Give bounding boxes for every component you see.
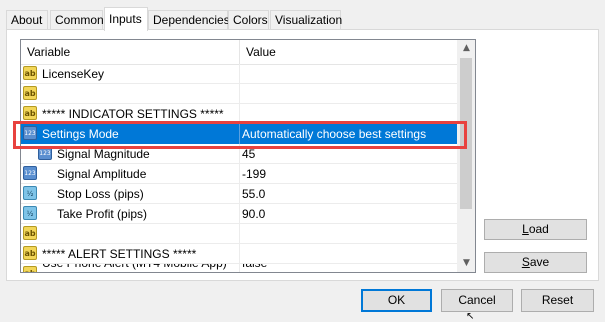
string-type-icon: ab <box>23 86 37 100</box>
tab-common[interactable]: Common <box>50 10 104 29</box>
cancel-button[interactable]: Cancel <box>441 289 513 312</box>
row-value[interactable]: Automatically choose best settings <box>242 124 426 144</box>
scroll-down-icon[interactable]: ▼ <box>458 255 475 272</box>
tab-dependencies[interactable]: Dependencies <box>148 10 230 29</box>
integer-type-icon: 123 <box>38 146 52 160</box>
inputs-list[interactable]: Variable Value ab LicenseKey ab ab *****… <box>20 39 476 273</box>
table-row[interactable]: ab ***** ALERT SETTINGS ***** <box>21 244 458 264</box>
row-variable: Use Phone Alert (MT4 Mobile App) <box>42 264 227 272</box>
table-row[interactable]: 123 Signal Magnitude 45 <box>21 144 458 164</box>
table-row[interactable]: ab <box>21 224 458 244</box>
row-variable: ***** INDICATOR SETTINGS ***** <box>42 107 224 121</box>
reset-button[interactable]: Reset <box>521 289 594 312</box>
column-header-variable[interactable]: Variable <box>21 40 239 64</box>
row-variable: Signal Amplitude <box>57 167 147 181</box>
integer-type-icon: 123 <box>23 166 37 180</box>
tab-bar: About Common Inputs Dependencies Colors … <box>6 7 600 31</box>
row-value[interactable]: -199 <box>242 164 266 184</box>
row-variable: LicenseKey <box>42 67 105 81</box>
table-row-selected[interactable]: 123 Settings Mode Automatically choose b… <box>21 124 458 144</box>
vertical-scrollbar[interactable]: ▲ ▼ <box>457 40 475 272</box>
table-row[interactable]: ab Use Phone Alert (MT4 Mobile App) fals… <box>21 264 458 272</box>
string-type-icon: ab <box>23 106 37 120</box>
row-variable: Settings Mode <box>42 127 119 141</box>
row-value[interactable]: 90.0 <box>242 204 265 224</box>
scroll-up-icon[interactable]: ▲ <box>458 40 475 57</box>
double-type-icon: ½ <box>23 186 37 200</box>
table-row[interactable]: ab <box>21 84 458 104</box>
string-type-icon: ab <box>23 226 37 240</box>
tab-visualization[interactable]: Visualization <box>270 10 342 29</box>
scrollbar-thumb[interactable] <box>460 58 472 209</box>
table-row[interactable]: ab LicenseKey <box>21 64 458 84</box>
row-variable: Signal Magnitude <box>57 147 150 161</box>
string-type-icon: ab <box>23 246 37 260</box>
row-value[interactable]: 45 <box>242 144 255 164</box>
integer-type-icon: 123 <box>23 126 37 140</box>
table-row[interactable]: ½ Stop Loss (pips) 55.0 <box>21 184 458 204</box>
table-row[interactable]: ab ***** INDICATOR SETTINGS ***** <box>21 104 458 124</box>
string-type-icon: ab <box>23 66 37 80</box>
tab-about[interactable]: About <box>6 10 48 29</box>
load-button[interactable]: Load <box>484 219 587 240</box>
row-variable: Stop Loss (pips) <box>57 187 144 201</box>
row-variable: Take Profit (pips) <box>57 207 148 221</box>
string-type-icon: ab <box>23 266 37 272</box>
row-value[interactable]: 55.0 <box>242 184 265 204</box>
list-header: Variable Value <box>21 40 458 65</box>
row-variable: ***** ALERT SETTINGS ***** <box>42 247 197 261</box>
double-type-icon: ½ <box>23 206 37 220</box>
ok-button[interactable]: OK <box>361 289 432 312</box>
tab-inputs[interactable]: Inputs <box>104 7 148 31</box>
table-row[interactable]: ½ Take Profit (pips) 90.0 <box>21 204 458 224</box>
row-value[interactable]: false <box>242 264 267 272</box>
table-row[interactable]: 123 Signal Amplitude -199 <box>21 164 458 184</box>
tab-colors[interactable]: Colors <box>228 10 269 29</box>
save-button[interactable]: Save <box>484 252 587 273</box>
column-header-value[interactable]: Value <box>240 40 458 64</box>
